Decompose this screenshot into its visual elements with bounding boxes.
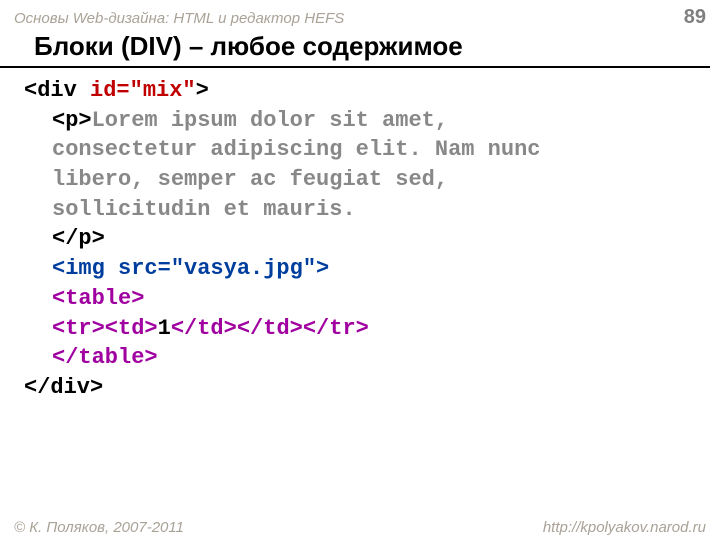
code-attr: id="mix" [90,78,196,103]
code-tag: <p> [52,108,92,133]
code-tag: <div [24,78,90,103]
code-tag: > [196,78,209,103]
code-text: 1 [158,316,171,341]
code-line: </table> [24,343,696,373]
code-line: <table> [24,284,696,314]
code-line: libero, semper ac feugiat sed, [24,165,696,195]
code-example: <div id="mix"> <p>Lorem ipsum dolor sit … [0,68,720,403]
code-line: consectetur adipiscing elit. Nam nunc [24,135,696,165]
code-line: <div id="mix"> [24,76,696,106]
code-line: </div> [24,373,696,403]
code-tag: <tr><td> [52,316,158,341]
slide-header: Основы Web-дизайна: HTML и редактор HEFS… [0,0,720,31]
code-text: Lorem ipsum dolor sit amet, [92,108,448,133]
footer-url: http://kpolyakov.narod.ru [543,519,706,536]
slide-footer: © К. Поляков, 2007-2011 http://kpolyakov… [0,519,720,536]
slide-title: Блоки (DIV) – любое содержимое [0,31,710,68]
code-line: <p>Lorem ipsum dolor sit amet, [24,106,696,136]
code-line: <img src="vasya.jpg"> [24,254,696,284]
copyright: © К. Поляков, 2007-2011 [14,519,184,536]
code-tag: </td></td></tr> [171,316,369,341]
code-line: <tr><td>1</td></td></tr> [24,314,696,344]
code-line: sollicitudin et mauris. [24,195,696,225]
page-number: 89 [684,6,706,29]
code-line: </p> [24,224,696,254]
course-name: Основы Web-дизайна: HTML и редактор HEFS [14,10,344,27]
